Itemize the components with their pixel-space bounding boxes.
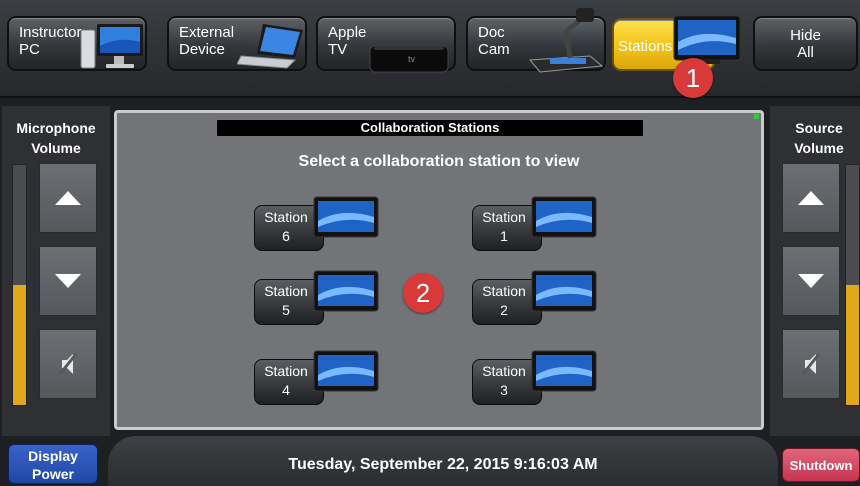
callout-badge-2: 2 — [403, 273, 443, 313]
status-indicator — [754, 114, 759, 119]
station-4-button[interactable]: Station 4 — [254, 349, 384, 407]
source-bar: Instructor PC External Device Apple TV t… — [0, 0, 860, 98]
source-volume-up-button[interactable] — [782, 163, 840, 233]
mute-icon — [801, 353, 821, 375]
monitor-icon — [531, 270, 597, 312]
station-1-button[interactable]: Station 1 — [472, 195, 602, 253]
callout-badge-1: 1 — [673, 58, 713, 98]
station-5-button[interactable]: Station 5 — [254, 269, 384, 327]
station-label: Station — [264, 209, 308, 225]
source-label: Stations — [618, 38, 673, 55]
source-label: Instructor PC — [19, 24, 82, 58]
source-label: Doc Cam — [478, 24, 510, 58]
panel-instruction: Select a collaboration station to view — [298, 153, 580, 170]
source-label: Apple TV — [328, 24, 367, 58]
station-label: Station — [264, 283, 308, 299]
shutdown-button[interactable]: Shutdown — [782, 448, 860, 482]
source-volume-meter[interactable] — [845, 164, 860, 406]
datetime-display: Tuesday, September 22, 2015 9:16:03 AM — [108, 436, 778, 486]
arrow-down-icon — [798, 274, 824, 288]
station-3-button[interactable]: Station 3 — [472, 349, 602, 407]
microphone-volume-level — [13, 285, 26, 405]
microphone-volume-down-button[interactable] — [39, 246, 97, 316]
microphone-volume-title: Microphone Volume — [16, 120, 96, 156]
pc-monitor-icon — [80, 24, 143, 69]
arrow-up-icon — [55, 191, 81, 205]
station-number: 5 — [282, 302, 290, 318]
laptop-icon — [237, 24, 303, 69]
monitor-icon — [313, 270, 379, 312]
source-instructor-pc-button[interactable]: Instructor PC — [7, 16, 147, 71]
station-label: Station — [482, 283, 526, 299]
display-power-button[interactable]: Display Power — [8, 444, 98, 484]
source-volume-down-button[interactable] — [782, 246, 840, 316]
source-volume-panel: Source Volume — [770, 106, 860, 436]
monitor-icon — [313, 196, 379, 238]
station-number: 2 — [500, 302, 508, 318]
source-hide-all-button[interactable]: Hide All — [753, 16, 858, 71]
source-volume-title: Source Volume — [794, 120, 844, 156]
source-external-device-button[interactable]: External Device — [167, 16, 307, 71]
station-number: 4 — [282, 382, 290, 398]
arrow-up-icon — [798, 191, 824, 205]
station-label: Station — [482, 209, 526, 225]
microphone-mute-button[interactable] — [39, 329, 97, 399]
panel-title: Collaboration Stations — [216, 119, 644, 137]
svg-text:tv: tv — [408, 54, 416, 64]
microphone-volume-up-button[interactable] — [39, 163, 97, 233]
station-2-button[interactable]: Station 2 — [472, 269, 602, 327]
monitor-icon — [673, 15, 741, 64]
station-number: 3 — [500, 382, 508, 398]
source-volume-level — [846, 285, 859, 405]
collaboration-stations-panel: Collaboration Stations Select a collabor… — [114, 110, 764, 430]
source-apple-tv-button[interactable]: Apple TV tv — [316, 16, 456, 73]
source-label: Hide All — [790, 27, 821, 61]
station-number: 6 — [282, 228, 290, 244]
document-camera-icon — [528, 8, 604, 73]
station-label: Station — [482, 363, 526, 379]
station-6-button[interactable]: Station 6 — [254, 195, 384, 253]
monitor-icon — [313, 350, 379, 392]
apple-tv-icon: tv — [369, 45, 449, 73]
monitor-icon — [531, 196, 597, 238]
source-doc-cam-button[interactable]: Doc Cam — [466, 8, 606, 73]
mute-icon — [58, 353, 78, 375]
monitor-icon — [531, 350, 597, 392]
station-number: 1 — [500, 228, 508, 244]
source-label: External Device — [179, 24, 235, 58]
source-mute-button[interactable] — [782, 329, 840, 399]
arrow-down-icon — [55, 274, 81, 288]
microphone-volume-meter[interactable] — [12, 164, 27, 406]
microphone-volume-panel: Microphone Volume — [2, 106, 110, 436]
station-label: Station — [264, 363, 308, 379]
